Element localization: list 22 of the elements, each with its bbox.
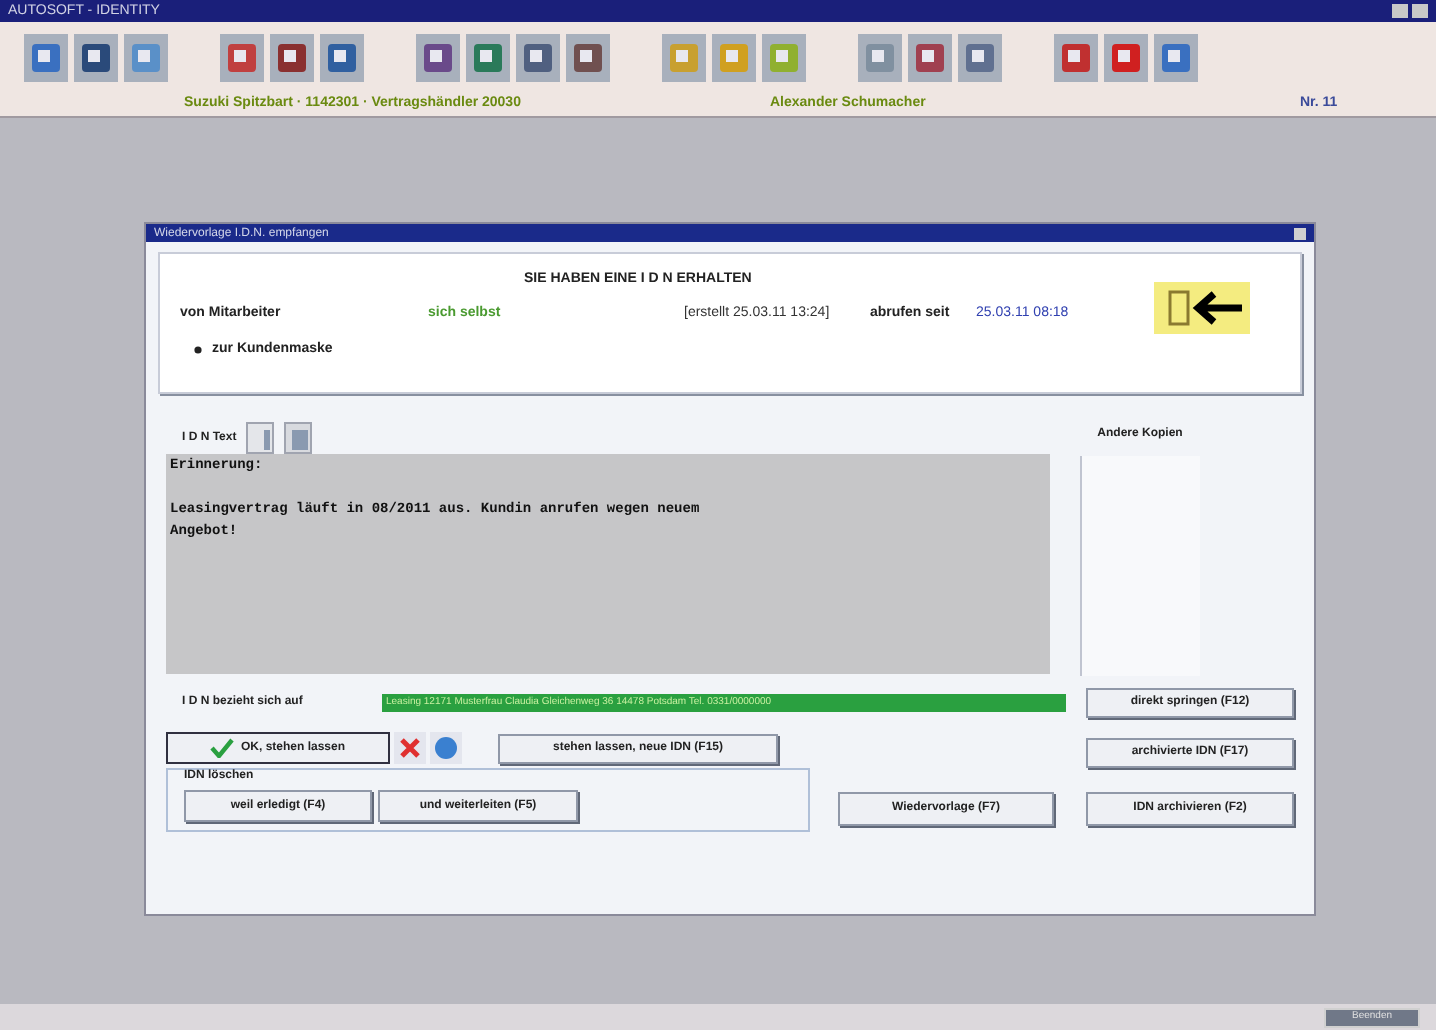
check-icon bbox=[210, 738, 235, 758]
toolbar-icon[interactable] bbox=[220, 34, 264, 82]
exit-door-icon[interactable] bbox=[1154, 282, 1250, 334]
pages-icon[interactable] bbox=[284, 422, 313, 454]
toolbar-icon[interactable] bbox=[566, 34, 610, 82]
toolbar-icon[interactable] bbox=[1054, 34, 1098, 82]
cancel-icon[interactable] bbox=[394, 732, 426, 764]
toolbar-icon[interactable] bbox=[466, 34, 510, 82]
toolbar-icon[interactable] bbox=[516, 34, 560, 82]
toolbar-icon[interactable] bbox=[320, 34, 364, 82]
page-icon[interactable] bbox=[246, 422, 275, 454]
toolbar-icon[interactable] bbox=[1104, 34, 1148, 82]
toolbar-icon[interactable] bbox=[24, 34, 68, 82]
toolbar-icon[interactable] bbox=[1154, 34, 1198, 82]
toolbar-icon[interactable] bbox=[270, 34, 314, 82]
toolbar-icon[interactable] bbox=[74, 34, 118, 82]
toolbar-icon[interactable] bbox=[958, 34, 1002, 82]
close-button[interactable] bbox=[1294, 227, 1306, 239]
toolbar-icon[interactable] bbox=[416, 34, 460, 82]
toolbar-icon[interactable] bbox=[908, 34, 952, 82]
help-icon[interactable] bbox=[430, 732, 462, 764]
dot-icon bbox=[192, 344, 204, 357]
